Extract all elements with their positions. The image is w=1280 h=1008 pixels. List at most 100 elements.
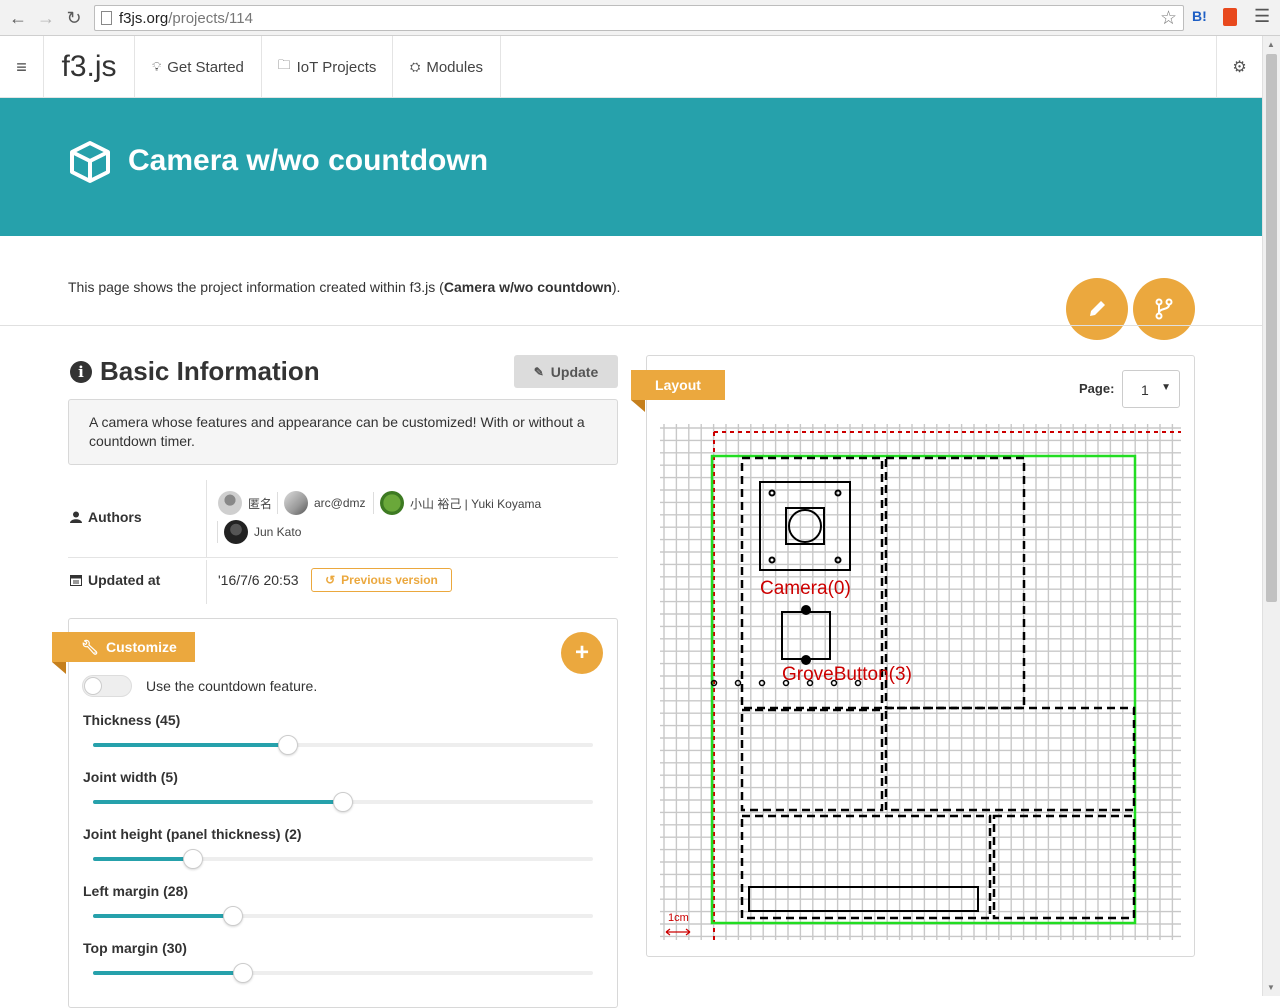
edit-button[interactable] bbox=[1066, 278, 1128, 340]
project-banner: Camera w/wo countdown bbox=[0, 98, 1262, 236]
layout-canvas[interactable]: Camera(0) GroveButton(3) 1cm bbox=[656, 420, 1186, 945]
author-chip[interactable]: arc@dmz bbox=[284, 491, 366, 515]
panel-top bbox=[884, 706, 1136, 812]
author-chip[interactable]: 匿名 bbox=[218, 491, 272, 515]
camera-lens-frame bbox=[785, 507, 825, 545]
slider-fill bbox=[93, 800, 343, 804]
ribbon-fold bbox=[52, 662, 66, 674]
slider-label: Joint height (panel thickness) (2) bbox=[83, 826, 302, 842]
slider-thumb[interactable] bbox=[233, 963, 253, 983]
url-text: f3js.org/projects/114 bbox=[119, 10, 253, 27]
countdown-toggle-label: Use the countdown feature. bbox=[146, 678, 318, 694]
panel-bottom bbox=[740, 814, 992, 920]
scroll-down-icon[interactable]: ▼ bbox=[1267, 983, 1275, 992]
author-divider bbox=[373, 492, 374, 514]
settings-icon[interactable]: ⚙ bbox=[1216, 36, 1262, 98]
page-scrollbar[interactable]: ▲ ▼ bbox=[1262, 36, 1280, 996]
mount-hole bbox=[768, 556, 776, 564]
previous-version-button[interactable]: ↺ Previous version bbox=[311, 568, 452, 592]
slider-thumb[interactable] bbox=[223, 906, 243, 926]
row-divider bbox=[68, 557, 618, 558]
slider-label: Left margin (28) bbox=[83, 883, 189, 899]
mount-hole bbox=[768, 489, 776, 497]
updated-at-value: '16/7/6 20:53 bbox=[218, 572, 299, 588]
row-separator bbox=[206, 560, 207, 604]
avatar bbox=[284, 491, 308, 515]
scale-label: 1cm bbox=[668, 912, 689, 924]
panel-side-right bbox=[992, 814, 1136, 920]
scroll-up-icon[interactable]: ▲ bbox=[1267, 40, 1275, 49]
author-divider bbox=[217, 521, 218, 543]
author-chip[interactable]: Jun Kato bbox=[224, 520, 301, 544]
layout-ribbon: Layout bbox=[631, 370, 725, 400]
avatar bbox=[380, 491, 404, 515]
slider-track[interactable] bbox=[93, 849, 593, 869]
office-icon[interactable] bbox=[1223, 8, 1237, 26]
components bbox=[748, 481, 979, 912]
slider-track[interactable] bbox=[93, 735, 593, 755]
browser-menu-icon[interactable]: ☰ bbox=[1254, 6, 1270, 27]
slider-fill bbox=[93, 857, 193, 861]
hatena-bookmark-icon[interactable]: B! bbox=[1192, 8, 1207, 24]
nav-iot-projects[interactable]: 🗀 IoT Projects bbox=[262, 36, 393, 98]
slider-fill bbox=[93, 971, 243, 975]
grid bbox=[660, 424, 1181, 940]
nav-modules[interactable]: ⛭ Modules bbox=[393, 36, 501, 98]
nav-get-started[interactable]: 💡︎ Get Started bbox=[135, 36, 262, 98]
slider-thumb[interactable] bbox=[183, 849, 203, 869]
brand-logo[interactable]: f3.js bbox=[44, 36, 135, 98]
caret-down-icon: ▼ bbox=[1161, 382, 1171, 393]
back-icon[interactable]: ← bbox=[6, 6, 30, 30]
row-separator bbox=[206, 480, 207, 558]
reload-icon[interactable]: ↻ bbox=[62, 6, 86, 30]
lightbulb-icon: 💡︎ bbox=[152, 59, 162, 74]
site-navbar: ≡ f3.js 💡︎ Get Started 🗀 IoT Projects ⛭ Mod… bbox=[0, 36, 1262, 98]
scroll-thumb[interactable] bbox=[1266, 54, 1277, 602]
fork-button[interactable] bbox=[1133, 278, 1195, 340]
scale-arrow bbox=[665, 928, 691, 936]
folder-open-icon: 🗀 bbox=[277, 57, 291, 72]
slider-thumb[interactable] bbox=[333, 792, 353, 812]
slider-thumb[interactable] bbox=[278, 735, 298, 755]
customize-ribbon: 🔧︎ Customize bbox=[52, 632, 195, 662]
grove-button-module bbox=[781, 611, 831, 660]
add-button[interactable]: + bbox=[561, 632, 603, 674]
intro-text: This page shows the project information … bbox=[68, 279, 621, 295]
slider-track[interactable] bbox=[93, 963, 593, 983]
bookmark-star-icon[interactable]: ☆ bbox=[1160, 7, 1177, 30]
project-description: A camera whose features and appearance c… bbox=[68, 399, 618, 465]
update-button[interactable]: ✎ Update bbox=[514, 355, 618, 388]
history-icon: ↺ bbox=[325, 573, 336, 587]
cube-icon bbox=[70, 141, 110, 183]
ribbon-fold bbox=[631, 400, 645, 412]
basic-info-heading: i Basic Information bbox=[70, 356, 320, 387]
slider-label: Joint width (5) bbox=[83, 769, 178, 785]
slider-label: Top margin (30) bbox=[83, 940, 187, 956]
slider-track[interactable] bbox=[93, 792, 593, 812]
updated-at-label: Updated at bbox=[70, 572, 160, 588]
user-icon bbox=[70, 511, 82, 523]
cubes-icon: ⛭ bbox=[409, 59, 421, 74]
authors-label: Authors bbox=[70, 509, 142, 525]
grove-button-label: GroveButton(3) bbox=[782, 664, 912, 685]
section-divider bbox=[0, 325, 1262, 326]
address-bar[interactable]: f3js.org/projects/114 ☆ bbox=[94, 5, 1184, 31]
author-chip[interactable]: 小山 裕己 | Yuki Koyama bbox=[380, 491, 541, 515]
camera-label: Camera(0) bbox=[760, 578, 851, 599]
page-select[interactable]: 1 ▼ bbox=[1122, 370, 1180, 408]
hamburger-menu-icon[interactable]: ≡ bbox=[0, 36, 44, 98]
avatar bbox=[218, 491, 242, 515]
pencil-icon bbox=[1090, 301, 1105, 316]
forward-icon[interactable]: → bbox=[34, 6, 58, 30]
toggle-knob bbox=[84, 677, 102, 695]
browser-toolbar: ← → ↻ f3js.org/projects/114 ☆ B! ☰ bbox=[0, 0, 1280, 36]
countdown-toggle[interactable] bbox=[82, 675, 132, 697]
page-title: Camera w/wo countdown bbox=[128, 144, 489, 177]
slider-track[interactable] bbox=[93, 906, 593, 926]
page-icon bbox=[101, 11, 112, 25]
code-fork-icon bbox=[1155, 298, 1173, 320]
pencil-icon: ✎ bbox=[533, 364, 544, 379]
slider-label: Thickness (45) bbox=[83, 712, 181, 728]
author-divider bbox=[277, 492, 278, 514]
avatar bbox=[224, 520, 248, 544]
